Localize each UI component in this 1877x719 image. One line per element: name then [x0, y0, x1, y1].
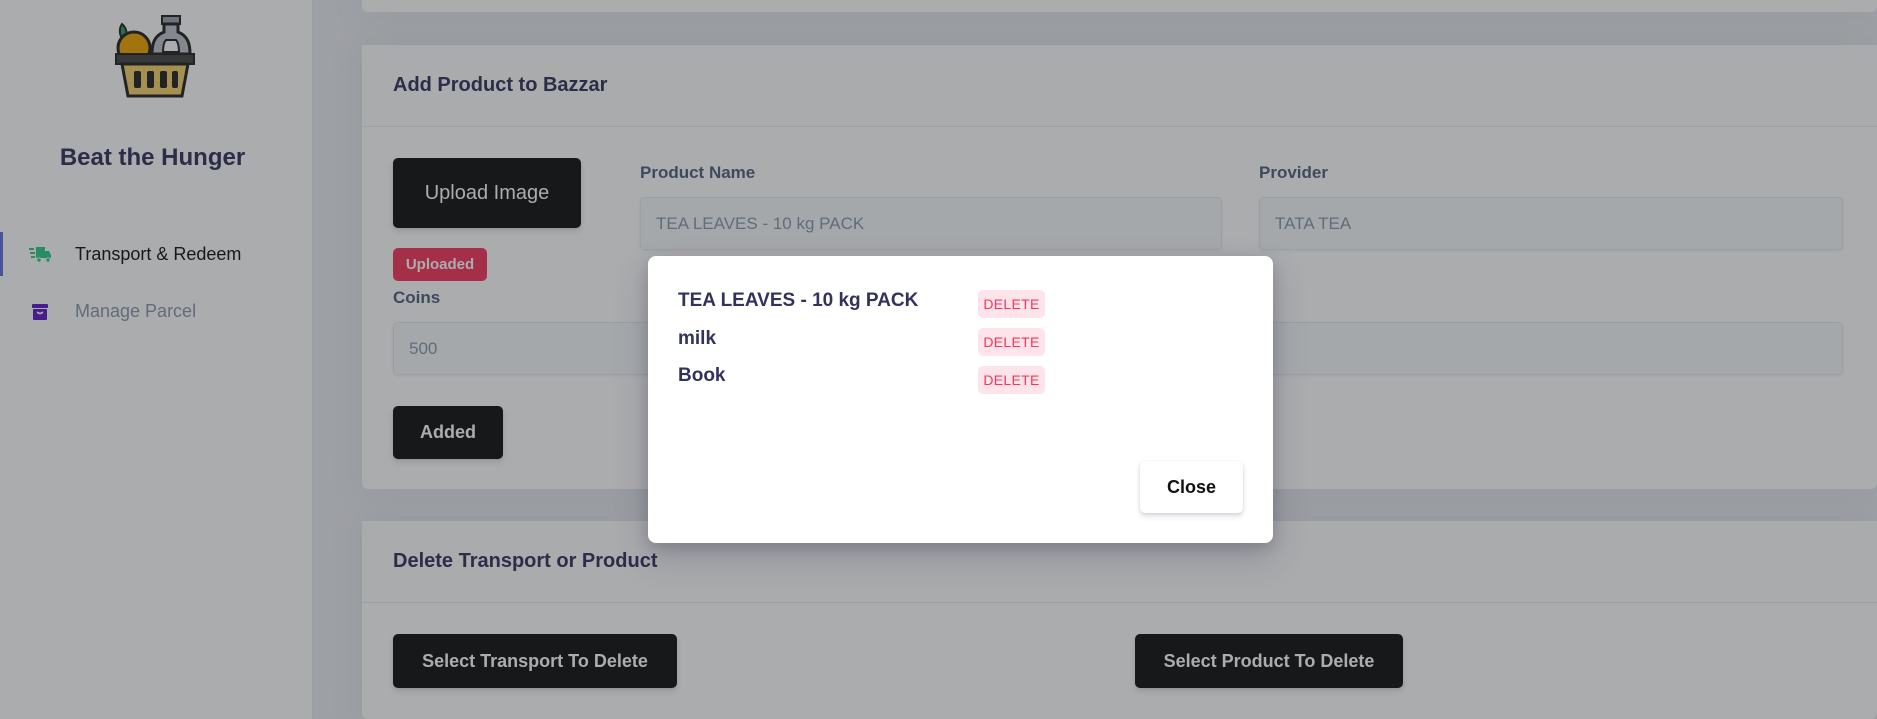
- delete-product-button[interactable]: DELETE: [978, 290, 1045, 318]
- close-button[interactable]: Close: [1140, 461, 1243, 513]
- delete-product-button[interactable]: DELETE: [978, 366, 1045, 394]
- delete-product-button[interactable]: DELETE: [978, 328, 1045, 356]
- modal-product-item: TEA LEAVES - 10 kg PACK: [678, 290, 919, 311]
- product-list-modal: TEA LEAVES - 10 kg PACK DELETE milk DELE…: [648, 256, 1273, 543]
- modal-product-item: milk: [678, 328, 717, 349]
- modal-product-item: Book: [678, 365, 726, 386]
